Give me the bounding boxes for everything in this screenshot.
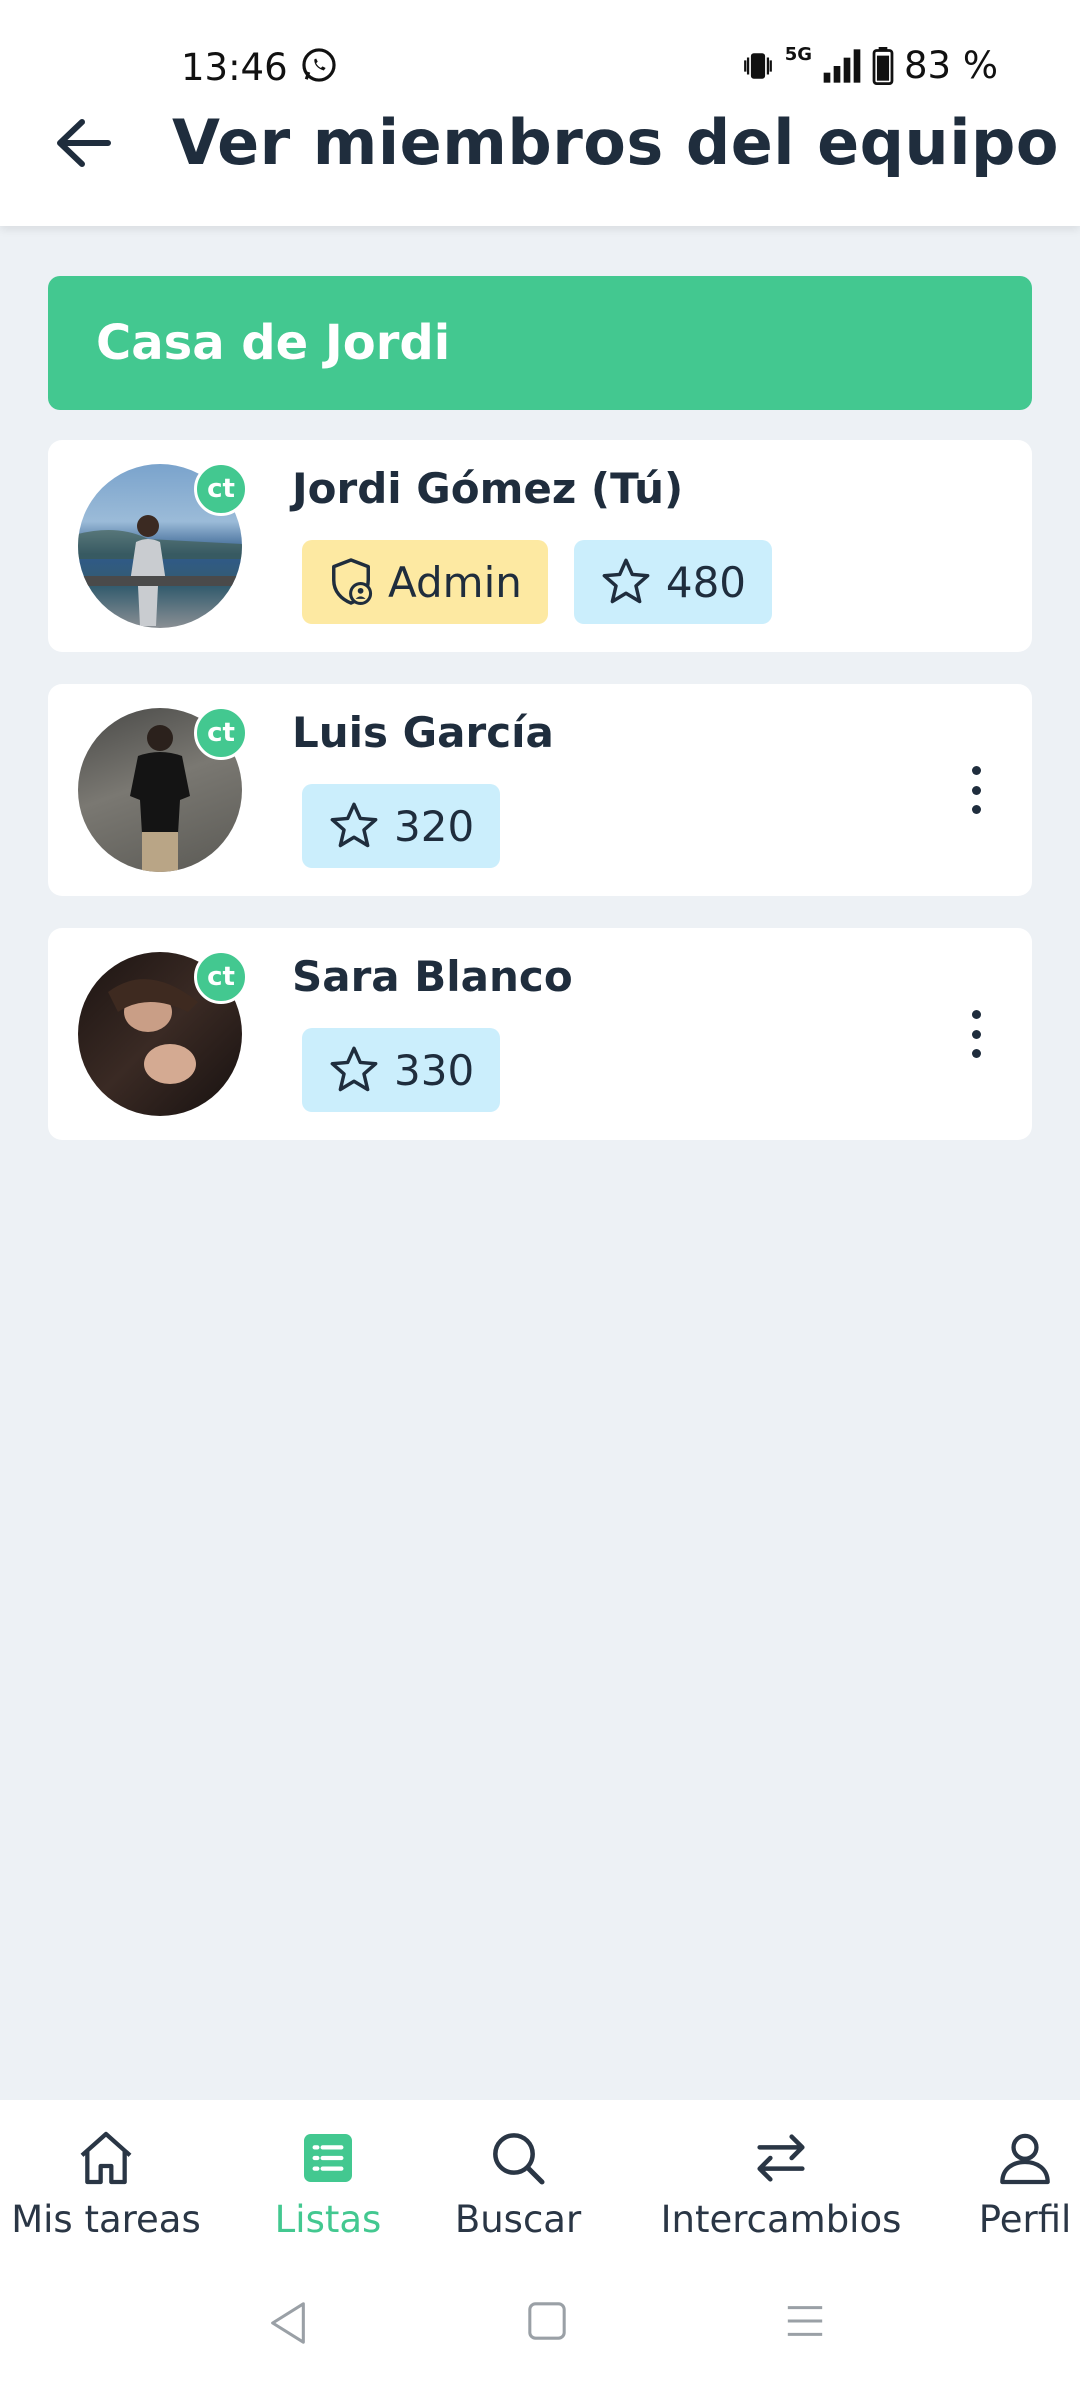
admin-role-chip: Admin — [302, 540, 548, 624]
battery-icon — [872, 46, 894, 85]
member-name: Luis García — [292, 708, 554, 757]
points-chip: 480 — [573, 540, 773, 624]
member-chips: Admin 480 — [302, 540, 773, 624]
member-card[interactable]: ct Jordi Gómez (Tú) Admin 480 — [48, 440, 1032, 652]
points-value: 320 — [394, 801, 475, 851]
team-banner: Casa de Jordi — [48, 276, 1032, 410]
status-bar: 13:46 5G 83 % — [0, 40, 1080, 100]
member-name: Jordi Gómez (Tú) — [292, 464, 684, 513]
status-time: 13:46 — [181, 46, 288, 89]
menu-lines-icon — [787, 2306, 823, 2336]
swap-icon — [757, 2134, 805, 2182]
user-icon — [1000, 2133, 1050, 2185]
vibrate-icon — [743, 52, 772, 79]
page-title: Ver miembros del equipo — [172, 106, 1059, 179]
list-icon — [304, 2134, 352, 2182]
member-chips: 330 — [302, 1028, 501, 1112]
square-home-icon — [528, 2302, 566, 2340]
points-chip: 320 — [302, 784, 501, 868]
member-badge: ct — [194, 706, 248, 760]
more-options-button[interactable] — [956, 760, 996, 820]
search-icon — [493, 2133, 545, 2185]
nav-buscar[interactable]: Buscar — [418, 2126, 618, 2241]
status-icons: 5G 83 % — [741, 44, 998, 87]
member-card[interactable]: ct Sara Blanco 330 — [48, 928, 1032, 1140]
whatsapp-icon — [302, 48, 336, 82]
star-icon — [330, 1046, 378, 1092]
bottom-navigation: Mis tareas Listas Buscar Intercambios Pe… — [0, 2100, 1080, 2260]
nav-intercambios[interactable]: Intercambios — [636, 2126, 926, 2241]
triangle-back-icon — [271, 2302, 305, 2344]
more-vert-icon — [971, 766, 981, 775]
member-name: Sara Blanco — [292, 952, 573, 1001]
nav-label: Mis tareas — [11, 2198, 201, 2241]
member-card[interactable]: ct Luis García 320 — [48, 684, 1032, 896]
more-options-button[interactable] — [956, 1004, 996, 1064]
system-navigation-bar — [0, 2260, 1080, 2400]
member-badge: ct — [194, 462, 248, 516]
battery-percent: 83 % — [904, 44, 998, 87]
top-app-bar: 13:46 5G 83 % Ver miembros del equipo — [0, 0, 1080, 226]
more-vert-icon — [971, 1010, 981, 1019]
nav-label: Listas — [274, 2198, 382, 2241]
star-icon — [330, 802, 378, 848]
arrow-left-icon — [57, 119, 111, 167]
nav-perfil[interactable]: Perfil — [955, 2126, 1080, 2241]
star-icon — [602, 558, 650, 604]
system-recents-button[interactable] — [784, 2300, 826, 2346]
nav-listas[interactable]: Listas — [228, 2126, 428, 2241]
system-home-button[interactable] — [526, 2300, 568, 2346]
nav-mis-tareas[interactable]: Mis tareas — [6, 2126, 206, 2241]
team-name: Casa de Jordi — [96, 315, 451, 371]
signal-icon — [823, 48, 861, 83]
nav-label: Intercambios — [660, 2198, 902, 2241]
nav-label: Perfil — [978, 2198, 1072, 2241]
shield-user-icon — [332, 558, 373, 605]
network-type: 5G — [784, 44, 812, 65]
points-value: 330 — [394, 1045, 475, 1095]
member-badge: ct — [194, 950, 248, 1004]
points-chip: 330 — [302, 1028, 501, 1112]
home-icon — [80, 2131, 132, 2185]
member-chips: 320 — [302, 784, 501, 868]
back-button[interactable] — [52, 112, 114, 174]
nav-label: Buscar — [454, 2198, 582, 2241]
points-value: 480 — [665, 557, 747, 607]
role-label: Admin — [388, 557, 522, 607]
system-back-button[interactable] — [266, 2300, 310, 2350]
